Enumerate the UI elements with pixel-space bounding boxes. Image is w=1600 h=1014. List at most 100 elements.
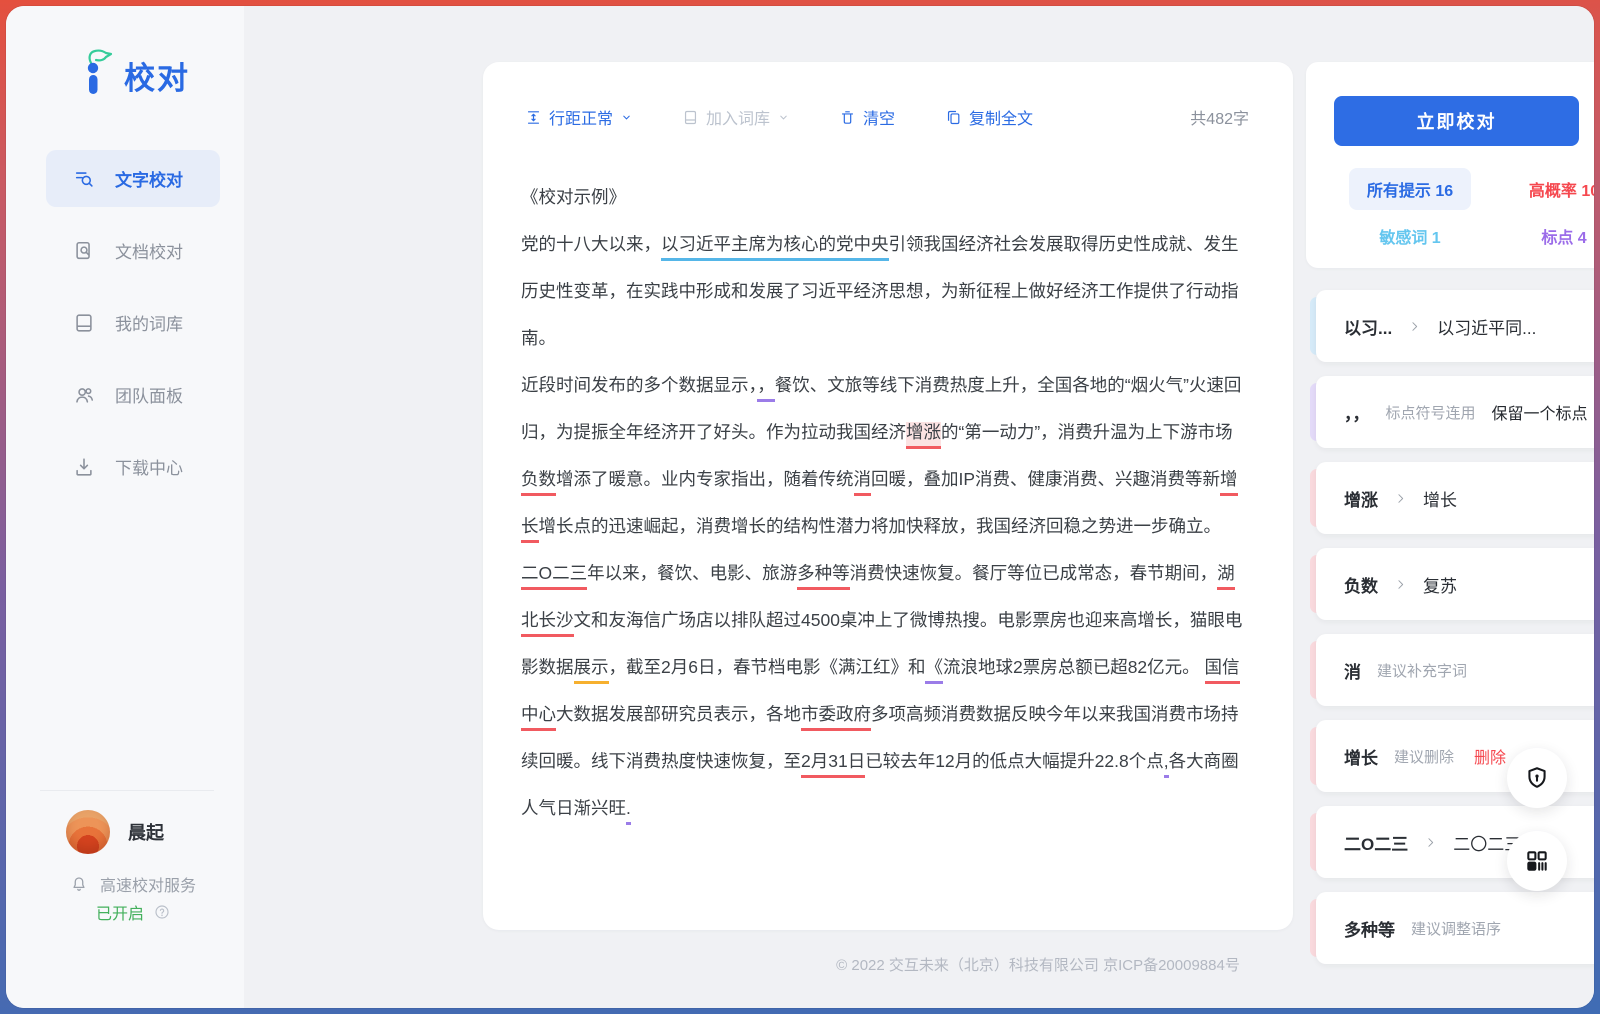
paragraph: 二O二三年以来，餐饮、电影、旅游多种等消费快速恢复。餐厅等位已成常态，春节期间，… — [521, 550, 1249, 832]
copy-all-label: 复制全文 — [969, 105, 1033, 129]
filter-敏感词[interactable]: 敏感词 1 — [1379, 224, 1440, 248]
chevron-right-icon — [1394, 492, 1407, 505]
suggestion-card[interactable]: 负数 复苏 — [1316, 548, 1594, 620]
sidebar-item-团队面板[interactable]: 团队面板 — [46, 366, 220, 423]
issue-mark-red[interactable]: 多种等 — [797, 563, 850, 590]
chevron-right-icon — [1424, 836, 1437, 849]
sidebar: 校对 文字校对文档校对我的词库团队面板下载中心 晨起 高速校对服务 已开启 — [6, 6, 244, 1008]
filter-标点[interactable]: 标点 4 — [1541, 224, 1586, 248]
copy-icon — [945, 109, 962, 126]
clear-button[interactable]: 清空 — [839, 105, 895, 129]
app-window: 校对 文字校对文档校对我的词库团队面板下载中心 晨起 高速校对服务 已开启 — [6, 6, 1594, 1008]
issue-mark-red[interactable]: 市委政府 — [801, 704, 871, 731]
chevron-down-icon — [621, 112, 632, 123]
issue-mark-red[interactable]: 消 — [854, 469, 872, 496]
text-run: ，截至2月6日，春节档电影《满江红》和 — [609, 657, 926, 677]
shield-icon — [1524, 765, 1550, 791]
suggestion-original: ，， — [1344, 400, 1370, 425]
add-book-icon — [682, 109, 699, 126]
suggestion-card-body: 负数 复苏 — [1316, 548, 1594, 620]
logo-text: 校对 — [124, 63, 190, 96]
suggestion-card[interactable]: 以习...以习近平同... — [1316, 290, 1594, 362]
suggestion-note: 建议删除 — [1394, 746, 1454, 767]
sidebar-item-label: 文字校对 — [115, 166, 183, 191]
user-profile[interactable]: 晨起 — [66, 810, 164, 854]
issue-mark-cyan[interactable]: 以习近平主席为核心的党中央 — [661, 234, 889, 261]
suggestion-replacement[interactable]: 复苏 — [1423, 572, 1457, 597]
issue-mark-red[interactable]: 2月31日 — [801, 751, 865, 778]
issue-mark-purple[interactable]: 《 — [925, 657, 943, 684]
team-icon — [73, 384, 95, 406]
suggestion-original: 多种等 — [1344, 916, 1395, 941]
issue-mark-redhl[interactable]: 增涨 — [906, 422, 941, 449]
document-editor[interactable]: 《校对示例》党的十八大以来，以习近平主席为核心的党中央引领我国经济社会发展取得历… — [521, 174, 1249, 910]
sidebar-item-我的词库[interactable]: 我的词库 — [46, 294, 220, 351]
suggestion-delete-action[interactable]: 删除 — [1474, 744, 1506, 768]
sidebar-divider — [40, 790, 214, 791]
text-run: 消费快速恢复。餐厅等位已成常态，春节期间， — [850, 563, 1218, 583]
sidebar-item-label: 我的词库 — [115, 310, 183, 335]
text-run: 流浪地球2票房总额已超82亿元。 — [943, 657, 1205, 677]
filter-bar: 所有提示 16高概率 10低概率 1敏感词 1标点 4 — [1326, 168, 1594, 248]
suggestion-card[interactable]: ，， 标点符号连用保留一个标点 — [1316, 376, 1594, 448]
line-spacing-dropdown[interactable]: 行距正常 — [525, 105, 632, 129]
paragraph: 《校对示例》 — [521, 174, 1249, 221]
line-spacing-icon — [525, 109, 542, 126]
issue-mark-purple[interactable]: ， — [757, 375, 775, 402]
suggestion-card-body: 消建议补充字词 — [1316, 634, 1594, 706]
suggestion-original: 负数 — [1344, 572, 1378, 597]
line-spacing-label: 行距正常 — [549, 105, 613, 129]
question-icon[interactable] — [154, 904, 170, 920]
suggestion-replacement[interactable]: 以习近平同... — [1437, 314, 1536, 339]
qrcode-fab-button[interactable] — [1507, 831, 1567, 891]
service-label: 高速校对服务 — [100, 872, 196, 896]
suggestion-original: 增长 — [1344, 744, 1378, 769]
qrcode-icon — [1524, 848, 1550, 874]
editor-card: 行距正常 加入词库 清空 — [483, 62, 1293, 930]
issue-mark-purple[interactable]: . — [626, 798, 631, 825]
suggestion-note: 标点符号连用 — [1386, 402, 1476, 423]
content-area: 行距正常 加入词库 清空 — [244, 6, 1594, 1008]
filter-高概率[interactable]: 高概率 10 — [1529, 177, 1594, 201]
suggestion-card[interactable]: 消建议补充字词 — [1316, 634, 1594, 706]
text-run: 增长点的迅速崛起，消费增长的结构性潜力将加快释放，我国经济回稳之势进一步确立。 — [539, 516, 1222, 536]
suggestion-note: 建议调整语序 — [1411, 918, 1501, 939]
chevron-right-icon — [1408, 320, 1421, 333]
suggestion-replacement[interactable]: 增长 — [1423, 486, 1457, 511]
trash-icon — [839, 109, 856, 126]
security-fab-button[interactable] — [1507, 748, 1567, 808]
text-run: 近段时间发布的多个数据显示， — [521, 375, 757, 395]
sidebar-nav: 文字校对文档校对我的词库团队面板下载中心 — [46, 150, 220, 510]
suggestion-action[interactable]: 保留一个标点 — [1492, 400, 1588, 424]
proofread-panel: 立即校对 行业词库 撤销 所有提示 16高概率 10低概率 1敏感词 1标点 4 — [1306, 62, 1594, 268]
issue-mark-red[interactable]: 二O二三 — [521, 563, 587, 590]
status-badge: 已开启 — [96, 900, 144, 924]
sidebar-item-下载中心[interactable]: 下载中心 — [46, 438, 220, 495]
issue-mark-red[interactable]: 负数 — [521, 469, 556, 496]
suggestion-original: 二O二三 — [1344, 830, 1408, 855]
text-run: 大数据发展部研究员表示，各地 — [556, 704, 801, 724]
proofread-now-button[interactable]: 立即校对 — [1334, 96, 1579, 146]
suggestion-card[interactable]: 增涨增长 — [1316, 462, 1594, 534]
sidebar-item-文档校对[interactable]: 文档校对 — [46, 222, 220, 279]
add-to-dictionary-button[interactable]: 加入词库 — [682, 105, 789, 129]
sidebar-item-文字校对[interactable]: 文字校对 — [46, 150, 220, 207]
copy-all-button[interactable]: 复制全文 — [945, 105, 1033, 129]
text-run: 的“第一动力”，消费升温为上下游市场 — [941, 422, 1233, 442]
chevron-down-icon — [778, 112, 789, 123]
editor-toolbar: 行距正常 加入词库 清空 — [525, 102, 1249, 132]
text-proof-icon — [73, 168, 95, 190]
text-run: 党的十八大以来， — [521, 234, 661, 254]
chevron-right-icon — [1394, 578, 1407, 591]
issue-mark-orange[interactable]: 展示 — [574, 657, 609, 684]
suggestion-note: 建议补充字词 — [1377, 660, 1467, 681]
doc-proof-icon — [73, 240, 95, 262]
text-run: 回暖，叠加IP消费、健康消费、兴趣消费等新 — [871, 469, 1220, 489]
filter-所有提示[interactable]: 所有提示 16 — [1349, 168, 1471, 210]
add-to-dictionary-label: 加入词库 — [706, 105, 770, 129]
suggestion-card-body: ，， 标点符号连用保留一个标点 — [1316, 376, 1594, 448]
sidebar-item-label: 下载中心 — [115, 454, 183, 479]
app-logo[interactable]: 校对 — [78, 48, 190, 96]
footer-copyright: © 2022 交互未来（北京）科技有限公司 京ICP备20009884号 — [482, 954, 1594, 975]
sidebar-item-label: 团队面板 — [115, 382, 183, 407]
